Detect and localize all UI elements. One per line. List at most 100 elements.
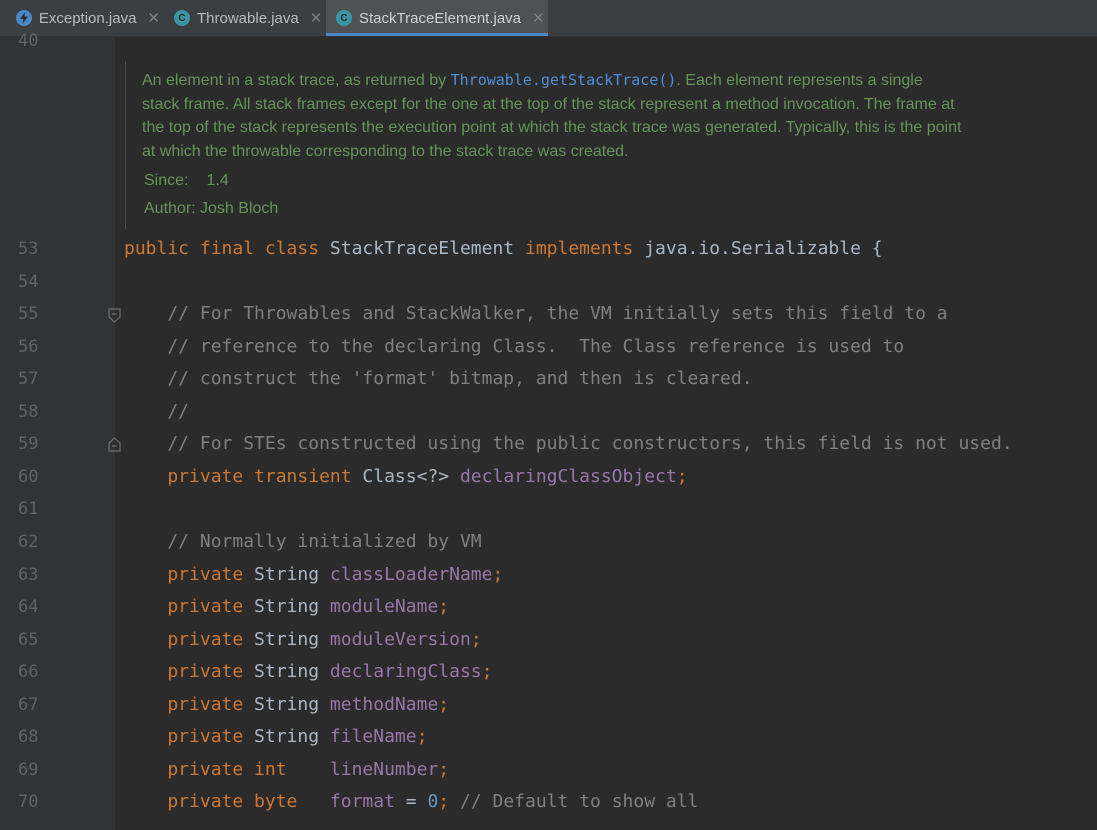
- line-number: 62: [18, 531, 39, 552]
- fold-start-icon[interactable]: [107, 308, 122, 323]
- code-line[interactable]: // For STEs constructed using the public…: [124, 433, 1013, 455]
- code-line[interactable]: private String moduleName;: [124, 596, 449, 617]
- code-token: // For Throwables and StackWalker, the V…: [124, 303, 948, 325]
- code-token: ;: [492, 563, 504, 585]
- line-number: 70: [18, 792, 39, 813]
- code-editor[interactable]: 40 53 54 55 56 57 58 59 60 61 62 63 64 65 66 67 68 69 70 …: [0, 31, 1097, 830]
- code-token: // For STEs constructed using the public…: [124, 433, 1013, 455]
- code-token: private: [124, 726, 255, 748]
- code-token: ;: [438, 791, 460, 813]
- tab-label: Exception.java: [38, 9, 137, 27]
- code-line[interactable]: private String fileName;: [124, 726, 427, 747]
- code-line[interactable]: private String methodName;: [124, 694, 449, 715]
- line-number: 69: [18, 759, 39, 780]
- code-line[interactable]: public final class StackTraceElement imp…: [124, 238, 883, 259]
- code-token: private: [124, 628, 255, 650]
- code-token: implements: [524, 238, 645, 259]
- close-icon[interactable]: ✕: [532, 9, 545, 27]
- code-line[interactable]: // For Throwables and StackWalker, the V…: [124, 303, 948, 325]
- line-number: 65: [18, 629, 39, 650]
- tab-label: StackTraceElement.java: [359, 9, 522, 27]
- code-token: ;: [438, 693, 450, 715]
- code-token: private: [124, 596, 255, 618]
- code-line[interactable]: // construct the 'format' bitmap, and th…: [124, 368, 753, 390]
- code-token: // Normally initialized by VM: [124, 530, 482, 552]
- code-token: private: [124, 563, 255, 585]
- code-token: format: [329, 791, 406, 813]
- code-token: classLoaderName: [329, 563, 493, 585]
- line-number: 55: [18, 304, 39, 325]
- code-token: // Default to show all: [459, 791, 699, 813]
- code-token: declaringClassObject: [459, 465, 677, 487]
- code-token: String: [254, 726, 330, 748]
- code-token: 0: [427, 791, 439, 813]
- line-number: 53: [18, 239, 39, 259]
- code-token: ;: [470, 628, 482, 650]
- code-token: methodName: [329, 693, 439, 715]
- close-icon[interactable]: ✕: [147, 9, 160, 27]
- javadoc-text: An element in a stack trace, as returned…: [142, 72, 451, 89]
- code-token: private byte: [124, 791, 330, 813]
- code-token: String: [254, 596, 330, 618]
- tab-label: Throwable.java: [197, 9, 299, 27]
- line-number: 54: [18, 271, 39, 292]
- code-token: private: [124, 693, 255, 715]
- close-icon[interactable]: ✕: [310, 9, 323, 27]
- code-token: java.io.Serializable {: [644, 238, 883, 259]
- line-number: 59: [18, 434, 39, 455]
- code-token: declaringClass: [329, 661, 482, 683]
- code-token: moduleVersion: [329, 628, 471, 650]
- code-token: ;: [676, 465, 688, 487]
- code-token: // construct the 'format' bitmap, and th…: [124, 368, 753, 390]
- code-token: ;: [438, 596, 450, 618]
- line-number: 57: [18, 369, 39, 390]
- line-number: 60: [18, 466, 39, 487]
- fold-end-icon[interactable]: [107, 437, 122, 452]
- code-token: // reference to the declaring Class. The…: [124, 335, 905, 357]
- code-line[interactable]: // Normally initialized by VM: [124, 530, 482, 552]
- code-token: String: [254, 628, 330, 650]
- code-line[interactable]: private String moduleVersion;: [124, 628, 482, 650]
- code-token: Class<?>: [362, 465, 460, 487]
- line-number: 68: [18, 727, 39, 748]
- code-token: private: [124, 661, 255, 683]
- code-token: private int: [124, 758, 330, 780]
- code-line[interactable]: private byte format = 0; // Default to s…: [124, 791, 698, 812]
- code-token: String: [254, 661, 330, 683]
- code-line[interactable]: private String declaringClass;: [124, 661, 492, 682]
- code-token: public final class: [124, 238, 330, 259]
- rendered-javadoc: An element in a stack trace, as returned…: [125, 61, 1026, 229]
- since-label: Since:: [144, 172, 189, 189]
- code-line[interactable]: private String classLoaderName;: [124, 564, 503, 585]
- code-token: String: [254, 563, 330, 585]
- code-token: private transient: [124, 465, 363, 487]
- code-token: lineNumber: [329, 758, 439, 780]
- line-number: 67: [18, 694, 39, 715]
- code-token: fileName: [329, 726, 417, 748]
- tab-stacktraceelement-java[interactable]: C StackTraceElement.java ✕: [326, 0, 548, 36]
- line-number: 40: [18, 31, 39, 51]
- line-number: 64: [18, 597, 39, 618]
- code-token: ;: [416, 726, 428, 748]
- javadoc-link[interactable]: Throwable.getStackTrace(): [451, 71, 677, 89]
- editor-tab-bar: Exception.java ✕ C Throwable.java ✕ C St…: [0, 0, 1097, 37]
- tab-throwable-java[interactable]: C Throwable.java ✕: [160, 0, 326, 36]
- code-line[interactable]: // reference to the declaring Class. The…: [124, 336, 904, 357]
- line-number: 58: [18, 401, 39, 422]
- code-token: String: [254, 693, 330, 715]
- javadoc-description: An element in a stack trace, as returned…: [142, 69, 962, 163]
- javadoc-since: Since: 1.4: [144, 172, 229, 190]
- line-number: 63: [18, 564, 39, 585]
- code-line[interactable]: private transient Class<?> declaringClas…: [124, 465, 688, 487]
- code-token: //: [124, 400, 190, 422]
- line-number: 66: [18, 662, 39, 683]
- line-number-gutter: 40 53 54 55 56 57 58 59 60 61 62 63 64 65 66 67 68 69 70: [0, 31, 121, 830]
- class-icon: C: [336, 10, 352, 26]
- line-number: 56: [18, 336, 39, 357]
- code-token: StackTraceElement: [329, 238, 525, 259]
- code-line[interactable]: private int lineNumber;: [124, 759, 449, 780]
- since-value: 1.4: [206, 172, 229, 189]
- code-token: ;: [481, 661, 493, 683]
- code-token: =: [405, 791, 428, 813]
- code-line[interactable]: //: [124, 401, 189, 422]
